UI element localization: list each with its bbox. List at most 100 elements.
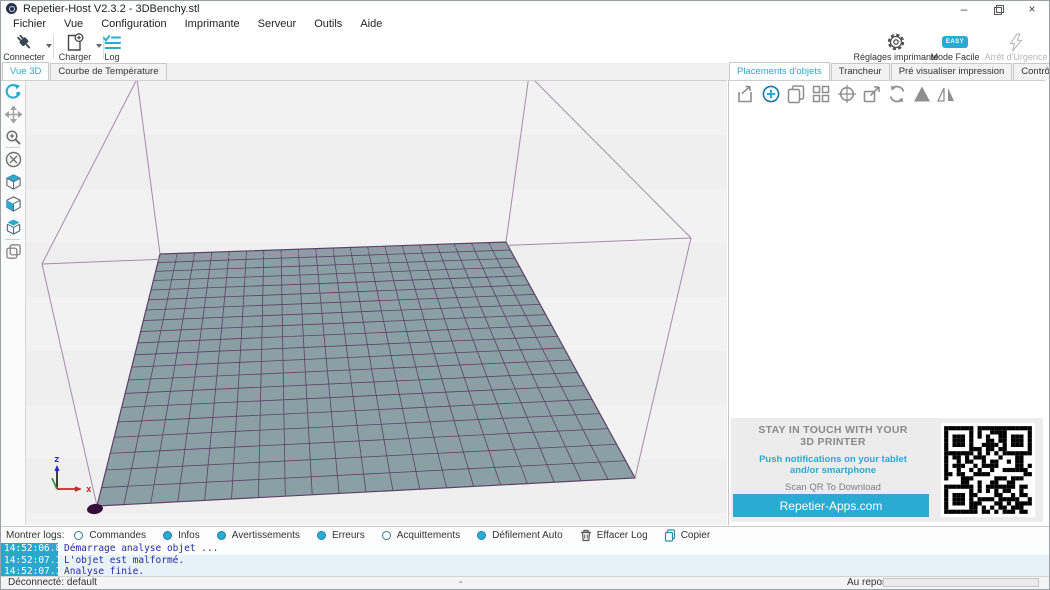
tab-courbe-temperature[interactable]: Courbe de Température xyxy=(50,63,166,80)
connect-plug-icon xyxy=(12,33,36,51)
viewport-3d[interactable]: zx xyxy=(1,80,727,525)
promo-sub-line1: Push notifications on your tablet xyxy=(735,454,931,465)
view-toolbar xyxy=(1,81,26,525)
drop-object-icon[interactable] xyxy=(912,84,932,104)
scale-object-icon[interactable] xyxy=(862,84,882,104)
log-output[interactable]: 14:52:06.887Démarrage analyse objet ... … xyxy=(1,543,1049,578)
connect-label: Connecter xyxy=(3,53,45,62)
promo-heading-line1: STAY IN TOUCH WITH YOUR xyxy=(735,424,931,436)
panel-tabstrip: Placements d'objets Trancheur Pré visual… xyxy=(728,63,1049,80)
log-filter-label: Acquittements xyxy=(397,530,460,541)
trash-icon xyxy=(580,529,592,542)
log-timestamp: 14:52:06.887 xyxy=(1,543,58,555)
menu-bar: Fichier Vue Configuration Imprimante Ser… xyxy=(1,16,1049,32)
printer-settings-button[interactable]: Réglages imprimante xyxy=(853,33,939,62)
menu-configuration[interactable]: Configuration xyxy=(92,18,175,30)
log-filter-label: Avertissements xyxy=(232,530,300,541)
close-button[interactable]: × xyxy=(1015,1,1049,16)
restore-button[interactable] xyxy=(981,1,1015,16)
log-message: Démarrage analyse objet ... xyxy=(58,543,218,555)
log-filter-infos[interactable]: Infos xyxy=(163,530,200,541)
tab-trancheur[interactable]: Trancheur xyxy=(831,63,890,80)
clear-log-label: Effacer Log xyxy=(597,530,648,541)
promo-heading-line2: 3D PRINTER xyxy=(735,436,931,448)
connect-button[interactable]: Connecter xyxy=(3,33,45,62)
gear-icon xyxy=(886,33,906,51)
emergency-stop-label: Arrêt d'Urgence xyxy=(985,53,1048,62)
center-object-icon[interactable] xyxy=(837,84,857,104)
menu-fichier[interactable]: Fichier xyxy=(4,18,55,30)
toggle-log-button[interactable]: Log xyxy=(97,33,127,62)
tab-placements-objets[interactable]: Placements d'objets xyxy=(729,62,830,80)
pan-view-icon[interactable] xyxy=(4,105,22,123)
log-filter-label: Commandes xyxy=(89,530,146,541)
menu-serveur[interactable]: Serveur xyxy=(249,18,306,30)
promo-box: STAY IN TOUCH WITH YOUR 3D PRINTER Push … xyxy=(731,418,1043,522)
status-center: - xyxy=(459,577,462,588)
printer-settings-label: Réglages imprimante xyxy=(853,53,938,62)
print-bed-scene: zx xyxy=(26,81,727,525)
copy-log-button[interactable]: Copier xyxy=(664,529,710,542)
clear-log-button[interactable]: Effacer Log xyxy=(580,529,648,542)
log-filter-commandes[interactable]: Commandes xyxy=(74,530,146,541)
menu-outils[interactable]: Outils xyxy=(305,18,351,30)
svg-text:z: z xyxy=(54,455,59,465)
tab-vue-3d[interactable]: Vue 3D xyxy=(2,62,49,80)
object-placement-panel: STAY IN TOUCH WITH YOUR 3D PRINTER Push … xyxy=(728,80,1045,525)
log-row: 14:52:06.887Démarrage analyse objet ... xyxy=(1,543,1049,555)
main-toolbar: Connecter Charger Log Réglages imprimant… xyxy=(1,32,1049,64)
window-title: Repetier-Host V2.3.2 - 3DBenchy.stl xyxy=(23,3,199,15)
log-row: 14:52:07.121L'objet est malformé. xyxy=(1,555,1049,567)
log-filter-label: Défilement Auto xyxy=(492,530,563,541)
load-button[interactable]: Charger xyxy=(55,33,95,62)
autoposition-icon[interactable] xyxy=(811,84,831,104)
rotate-view-icon[interactable] xyxy=(4,83,22,101)
view-tabstrip: Vue 3D Courbe de Température xyxy=(1,63,728,80)
projection-mode-icon[interactable] xyxy=(4,242,22,260)
radio-infos[interactable] xyxy=(163,531,172,540)
radio-erreurs[interactable] xyxy=(317,531,326,540)
svg-text:x: x xyxy=(86,485,92,495)
load-file-icon xyxy=(65,33,85,51)
promo-sub-line2: and/or smartphone xyxy=(735,465,931,476)
log-list-icon xyxy=(102,33,122,51)
emergency-stop-button: Arrêt d'Urgence xyxy=(983,33,1049,62)
radio-defilement-auto[interactable] xyxy=(477,531,486,540)
easy-mode-label: Mode Facile xyxy=(930,53,979,62)
radio-avertissements[interactable] xyxy=(217,531,226,540)
mirror-object-icon[interactable] xyxy=(936,84,956,104)
copy-object-icon[interactable] xyxy=(786,84,806,104)
menu-aide[interactable]: Aide xyxy=(351,18,391,30)
radio-commandes[interactable] xyxy=(74,531,83,540)
log-filter-acquittements[interactable]: Acquittements xyxy=(382,530,460,541)
add-object-icon[interactable] xyxy=(761,84,781,104)
connect-dropdown-arrow[interactable] xyxy=(46,44,52,48)
radio-acquittements[interactable] xyxy=(382,531,391,540)
isometric-view-icon[interactable] xyxy=(4,173,22,191)
object-toolbar xyxy=(729,81,1045,107)
log-filter-erreurs[interactable]: Erreurs xyxy=(317,530,365,541)
fit-view-icon[interactable] xyxy=(4,150,22,168)
tab-controle-manuel[interactable]: Contrôle Manuel xyxy=(1013,63,1050,80)
front-view-icon[interactable] xyxy=(4,195,22,213)
title-bar: Repetier-Host V2.3.2 - 3DBenchy.stl – × xyxy=(1,1,1049,16)
log-message: L'objet est malformé. xyxy=(58,555,184,567)
log-filter-defilement-auto[interactable]: Défilement Auto xyxy=(477,530,563,541)
top-view-icon[interactable] xyxy=(4,218,22,236)
qr-code xyxy=(941,423,1035,517)
log-filter-avertissements[interactable]: Avertissements xyxy=(217,530,300,541)
zoom-view-icon[interactable] xyxy=(4,128,22,146)
tab-pre-visualiser[interactable]: Pré visualiser impression xyxy=(891,63,1013,80)
app-logo-icon xyxy=(6,3,17,14)
menu-imprimante[interactable]: Imprimante xyxy=(176,18,249,30)
menu-vue[interactable]: Vue xyxy=(55,18,92,30)
lightning-bolt-icon xyxy=(1007,33,1025,51)
progress-bar xyxy=(883,578,1039,587)
easy-mode-button[interactable]: EASY Mode Facile xyxy=(928,33,982,62)
repetier-apps-button[interactable]: Repetier-Apps.com xyxy=(733,494,929,517)
status-bar: Déconnecté: default - Au repos xyxy=(1,576,1049,589)
printer-state: Au repos xyxy=(847,577,887,588)
minimize-button[interactable]: – xyxy=(947,1,981,16)
rotate-object-icon[interactable] xyxy=(887,84,907,104)
export-object-icon[interactable] xyxy=(735,84,755,104)
